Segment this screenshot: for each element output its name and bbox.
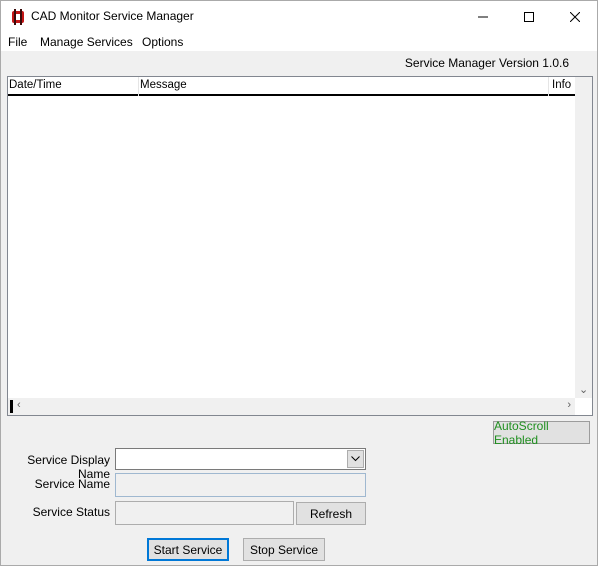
column-header-message[interactable]: Message bbox=[140, 79, 187, 91]
minimize-button[interactable] bbox=[460, 1, 506, 32]
service-name-label: Service Name bbox=[34, 477, 110, 491]
column-divider[interactable] bbox=[548, 77, 549, 96]
window-title: CAD Monitor Service Manager bbox=[31, 9, 194, 23]
column-divider[interactable] bbox=[138, 77, 139, 96]
stop-service-button[interactable]: Stop Service bbox=[243, 538, 325, 561]
close-icon bbox=[570, 11, 580, 22]
log-list[interactable]: Date/Time Message Info ⌄ ‹ › bbox=[7, 76, 593, 416]
vertical-scrollbar[interactable]: ⌄ bbox=[575, 77, 592, 398]
chevron-down-icon bbox=[351, 456, 360, 462]
autoscroll-toggle-button[interactable]: AutoScroll Enabled bbox=[493, 419, 590, 447]
log-list-header: Date/Time Message Info bbox=[8, 77, 575, 96]
main-window: CAD Monitor Service Manager File Manage … bbox=[0, 0, 598, 566]
start-service-button[interactable]: Start Service bbox=[147, 538, 229, 561]
scroll-thumb[interactable] bbox=[10, 400, 13, 413]
close-button[interactable] bbox=[552, 1, 598, 32]
menu-file[interactable]: File bbox=[8, 35, 27, 49]
menu-options[interactable]: Options bbox=[142, 35, 183, 49]
scroll-left-icon[interactable]: ‹ bbox=[17, 399, 21, 411]
version-label: Service Manager Version 1.0.6 bbox=[404, 56, 569, 70]
column-header-info[interactable]: Info bbox=[552, 79, 571, 91]
minimize-icon bbox=[478, 16, 488, 17]
service-name-field bbox=[115, 473, 366, 497]
dropdown-button[interactable] bbox=[347, 450, 364, 468]
menu-bar: File Manage Services Options bbox=[1, 32, 597, 51]
maximize-icon bbox=[524, 11, 534, 22]
column-header-datetime[interactable]: Date/Time bbox=[9, 79, 62, 91]
scroll-corner bbox=[575, 398, 592, 415]
title-bar[interactable]: CAD Monitor Service Manager bbox=[1, 1, 597, 32]
service-status-field bbox=[115, 501, 294, 525]
scroll-down-icon[interactable]: ⌄ bbox=[579, 383, 588, 396]
scroll-right-icon[interactable]: › bbox=[567, 399, 571, 411]
service-display-name-select[interactable] bbox=[115, 448, 366, 470]
maximize-button[interactable] bbox=[506, 1, 552, 32]
service-status-label: Service Status bbox=[32, 505, 110, 519]
menu-manage-services[interactable]: Manage Services bbox=[40, 35, 133, 49]
cad-app-icon bbox=[12, 9, 24, 25]
refresh-button[interactable]: Refresh bbox=[296, 502, 366, 525]
horizontal-scrollbar[interactable]: ‹ › bbox=[8, 398, 575, 415]
